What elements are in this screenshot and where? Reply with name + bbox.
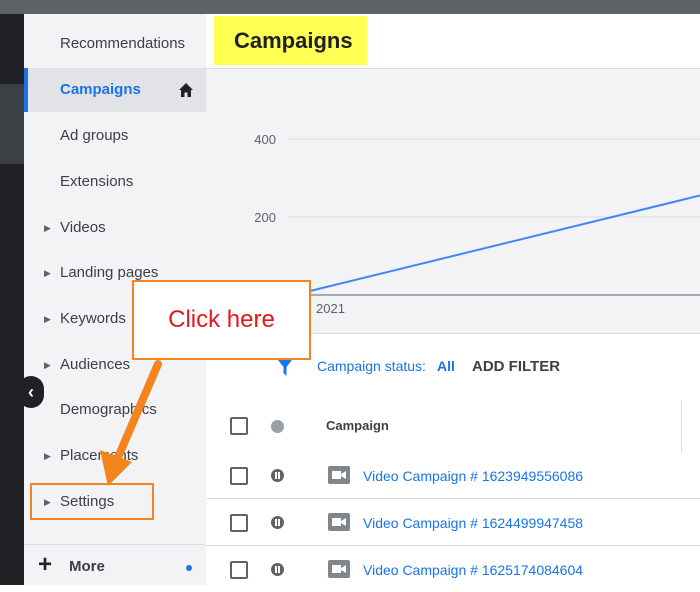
campaign-link[interactable]: Video Campaign # 1624499947458 <box>363 515 583 531</box>
notification-dot <box>186 565 192 571</box>
campaign-link[interactable]: Video Campaign # 1623949556086 <box>363 468 583 484</box>
sidebar-item-label: Demographics <box>60 401 157 418</box>
callout-box: Click here <box>132 280 311 360</box>
more-label: More <box>69 558 105 575</box>
settings-highlight-box <box>30 483 154 520</box>
sidebar-item-label: Recommendations <box>60 35 186 52</box>
page-title: Campaigns <box>234 28 353 53</box>
campaign-status-value[interactable]: All <box>437 358 455 374</box>
x-tick-label: 2021 <box>316 301 345 316</box>
sidebar-item-recommendations[interactable]: Recommendations <box>24 22 206 66</box>
y-tick-label: 400 <box>254 132 276 147</box>
row-checkbox[interactable] <box>230 561 248 579</box>
sidebar-item-campaigns[interactable]: Campaigns <box>24 68 206 112</box>
callout-text: Click here <box>168 306 275 333</box>
app-rail <box>0 14 24 585</box>
paused-status-icon[interactable] <box>271 516 284 529</box>
sidebar-item-ad-groups[interactable]: Ad groups <box>24 114 206 158</box>
column-divider[interactable] <box>681 400 682 452</box>
sidebar-item-label: Videos <box>60 219 106 236</box>
sidebar-item-label: Placements <box>60 447 139 464</box>
sidebar-item-label: Keywords <box>60 310 126 327</box>
sidebar-item-label: Ad groups <box>60 127 129 144</box>
caret-right-icon: ▶ <box>44 360 51 370</box>
caret-right-icon: ▶ <box>44 268 51 278</box>
select-all-checkbox[interactable] <box>230 417 248 435</box>
video-campaign-icon <box>328 560 350 578</box>
status-column-icon[interactable] <box>271 420 284 433</box>
top-bar <box>0 0 700 14</box>
home-icon <box>179 83 193 97</box>
video-campaign-icon <box>328 466 350 484</box>
paused-status-icon[interactable] <box>271 469 284 482</box>
plus-icon: + <box>38 551 53 578</box>
collapse-sidebar-button[interactable]: ‹ <box>18 376 44 408</box>
y-tick-label: 200 <box>254 210 276 225</box>
video-campaign-icon <box>328 513 350 531</box>
campaign-status-label[interactable]: Campaign status: <box>317 358 426 374</box>
campaign-column-header[interactable]: Campaign <box>326 418 389 433</box>
more-button[interactable]: + More <box>24 544 206 589</box>
caret-right-icon: ▶ <box>44 223 51 233</box>
row-checkbox[interactable] <box>230 467 248 485</box>
caret-right-icon: ▶ <box>44 314 51 324</box>
caret-right-icon: ▶ <box>44 451 51 461</box>
sidebar-item-demographics[interactable]: Demographics <box>24 388 206 432</box>
sidebar-item-extensions[interactable]: Extensions <box>24 160 206 204</box>
series-line <box>309 194 700 292</box>
row-checkbox[interactable] <box>230 514 248 532</box>
campaign-link[interactable]: Video Campaign # 1625174084604 <box>363 562 583 578</box>
sidebar-item-placements[interactable]: ▶ Placements <box>24 434 206 478</box>
rail-handle <box>0 84 24 164</box>
paused-status-icon[interactable] <box>271 563 284 576</box>
sidebar-item-videos[interactable]: ▶ Videos <box>24 206 206 250</box>
sidebar-item-label: Audiences <box>60 356 131 373</box>
sidebar-item-label: Campaigns <box>60 81 141 98</box>
add-filter-button[interactable]: ADD FILTER <box>472 358 560 375</box>
filter-icon[interactable] <box>278 360 292 376</box>
sidebar-item-label: Extensions <box>60 173 134 190</box>
